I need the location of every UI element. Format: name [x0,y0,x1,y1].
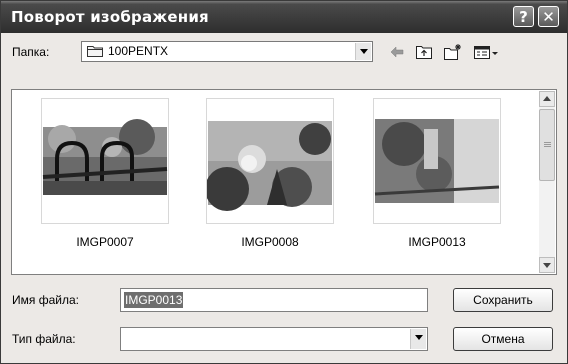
scroll-up-button[interactable] [539,91,555,107]
new-folder-icon[interactable] [443,43,463,61]
file-name-3: IMGP0013 [408,235,466,249]
scroll-down-button[interactable] [539,257,555,273]
filetype-dropdown-button[interactable] [410,329,426,349]
close-button[interactable]: ✕ [538,6,559,27]
thumbnail-image [374,99,500,223]
thumbnail-image [42,99,168,223]
folder-icon [87,46,103,57]
help-button[interactable]: ? [513,6,534,27]
thumbnail-image [207,99,333,223]
back-arrow-icon[interactable] [389,43,405,61]
save-dialog: Поворот изображения ? ✕ Папка: 100PENTX [0,0,568,364]
folder-label: Папка: [12,45,50,59]
folder-dropdown-button[interactable] [355,43,371,60]
filename-input[interactable]: IMGP0013 [120,288,428,312]
filetype-label: Тип файла: [12,332,76,346]
file-thumbnail-3[interactable] [373,98,501,224]
save-button[interactable]: Сохранить [453,288,553,312]
file-list[interactable]: IMGP0007 IMGP0008 IMGP0013 [11,89,557,275]
dialog-title: Поворот изображения [11,8,209,26]
scroll-thumb[interactable] [539,109,555,181]
filename-value: IMGP0013 [124,292,184,308]
vertical-scrollbar[interactable] [539,91,555,273]
title-bar[interactable]: Поворот изображения ? ✕ [1,1,567,33]
file-thumbnail-1[interactable] [41,98,169,224]
file-name-2: IMGP0008 [241,235,299,249]
up-folder-icon[interactable] [415,43,433,61]
file-name-1: IMGP0007 [76,235,134,249]
view-menu-icon[interactable] [473,43,499,61]
file-thumbnail-2[interactable] [206,98,334,224]
filename-label: Имя файла: [12,293,79,307]
cancel-button[interactable]: Отмена [453,327,553,351]
filetype-combo[interactable] [120,327,428,351]
folder-combo[interactable]: 100PENTX [81,41,373,62]
folder-value: 100PENTX [108,44,169,58]
